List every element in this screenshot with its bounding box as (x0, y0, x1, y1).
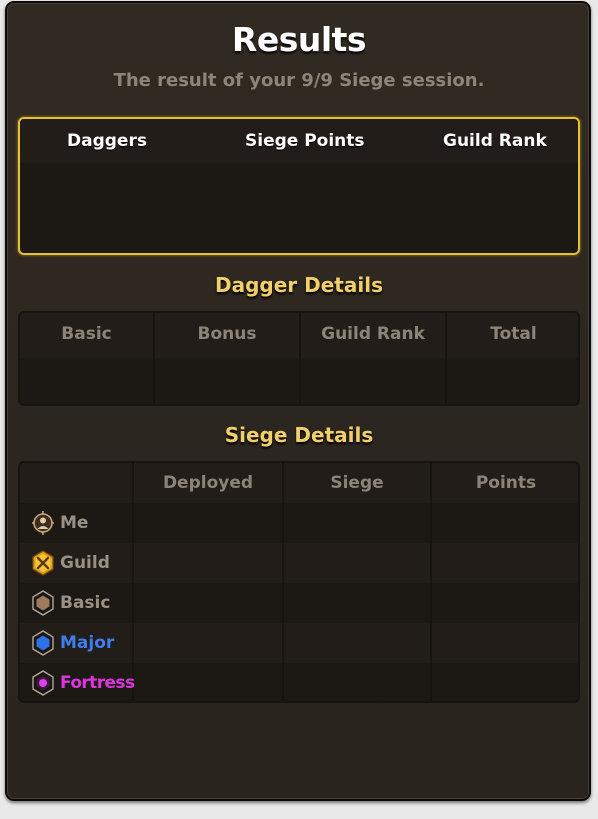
page-title: Results (231, 20, 367, 59)
guild-crossed-swords-icon (32, 550, 54, 576)
siege-divider (282, 463, 284, 701)
siege-row-label-guild: Guild (60, 553, 110, 573)
dagger-col-basic: Basic (61, 324, 112, 344)
major-hexagon-icon (32, 630, 54, 656)
siege-row-me (20, 503, 578, 543)
siege-divider (430, 463, 432, 701)
siege-row-label-basic: Basic (60, 593, 111, 613)
siege-details-table: Deployed Siege Points Me Guild Basic Maj… (18, 461, 580, 703)
player-icon (32, 511, 54, 535)
fortress-hexagon-icon (32, 670, 54, 696)
page-subtitle: The result of your 9/9 Siege session. (113, 70, 485, 91)
summary-col-guild-rank: Guild Rank (443, 131, 547, 151)
siege-col-points: Points (475, 473, 537, 493)
dagger-col-guild-rank: Guild Rank (321, 324, 425, 344)
siege-divider (132, 463, 134, 701)
siege-row-label-me: Me (60, 513, 89, 533)
dagger-col-bonus: Bonus (197, 324, 257, 344)
siege-row-label-fortress: Fortress (60, 673, 135, 693)
siege-row-label-major: Major (60, 633, 115, 653)
siege-col-siege: Siege (330, 473, 384, 493)
dagger-col-total: Total (490, 324, 537, 344)
summary-col-siege-points: Siege Points (245, 131, 365, 151)
summary-box: Daggers Siege Points Guild Rank (18, 117, 580, 255)
basic-hexagon-icon (32, 590, 54, 616)
siege-details-title: Siege Details (224, 423, 374, 447)
summary-col-daggers: Daggers (67, 131, 147, 151)
dagger-details-table: Basic Bonus Guild Rank Total (18, 311, 580, 406)
siege-col-deployed: Deployed (162, 473, 254, 493)
dagger-details-title: Dagger Details (215, 273, 383, 297)
